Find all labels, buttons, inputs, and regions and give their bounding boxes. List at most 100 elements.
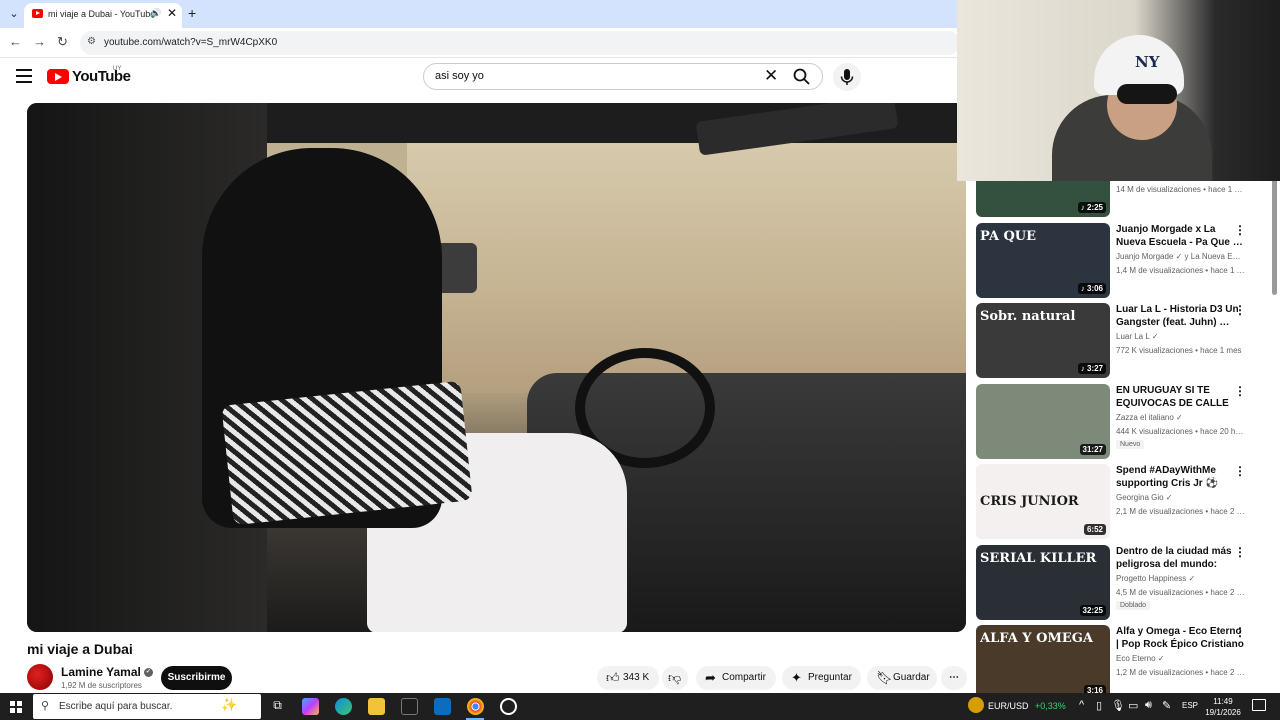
- new-tab-button[interactable]: +: [188, 5, 196, 21]
- recommendation-channel[interactable]: Luar La L ✓: [1116, 332, 1246, 341]
- ask-label: Preguntar: [808, 672, 852, 683]
- taskbar-search-input[interactable]: Escribe aquí para buscar.: [59, 701, 172, 712]
- thumbnail-text: ALFA Y OMEGA: [980, 631, 1093, 646]
- more-options-icon[interactable]: ⋮: [1234, 303, 1246, 317]
- forward-arrow-icon[interactable]: →: [33, 34, 46, 49]
- recommendation-channel[interactable]: Zazza el italiano ✓: [1116, 413, 1246, 422]
- tab-search-chevron-icon[interactable]: ⌄: [6, 6, 22, 22]
- search-box[interactable]: asi soy yo ✕: [423, 63, 823, 90]
- site-info-icon[interactable]: ⚙: [87, 36, 96, 47]
- microphone-icon: [840, 69, 854, 85]
- clear-search-icon[interactable]: ✕: [764, 66, 778, 86]
- recommendation-channel[interactable]: Progetto Happiness ✓: [1116, 574, 1246, 583]
- store-icon[interactable]: [401, 698, 418, 715]
- volume-icon[interactable]: 🔊︎: [1145, 699, 1152, 712]
- channel-avatar[interactable]: [27, 664, 53, 690]
- recommendation-title[interactable]: Alfa y Omega - Eco Eterno | Pop Rock Épi…: [1116, 625, 1244, 651]
- tray-device-icon[interactable]: ▯: [1096, 699, 1102, 712]
- save-label: Guardar: [893, 672, 930, 683]
- webcam-cap-brim: [1117, 84, 1177, 104]
- windows-start-icon[interactable]: [10, 701, 22, 713]
- more-actions-icon[interactable]: ⋯: [941, 666, 967, 690]
- notifications-icon[interactable]: [1252, 699, 1266, 711]
- taskbar-search[interactable]: ⚲ Escribe aquí para buscar. ✨: [33, 694, 261, 719]
- recommendation-channel[interactable]: Eco Eterno ✓: [1116, 654, 1246, 663]
- video-player[interactable]: [27, 103, 966, 632]
- edge-icon[interactable]: [335, 698, 352, 715]
- clock[interactable]: 11:49 19/1/2026: [1203, 696, 1243, 718]
- task-view-icon[interactable]: ⧉: [269, 698, 286, 715]
- chrome-icon[interactable]: [467, 698, 484, 715]
- bookmark-icon: 🔖︎: [876, 670, 893, 685]
- share-button[interactable]: ➦ Compartir: [696, 666, 776, 690]
- tray-mic-icon[interactable]: 🎙︎: [1111, 699, 1125, 712]
- taskbar: ⚲ Escribe aquí para buscar. ✨ ⧉ EUR/USD …: [0, 693, 1280, 720]
- recommendation-item[interactable]: CRIS JUNIOR 6:52 Spend #ADayWithMe support…: [976, 464, 1266, 540]
- recommendation-badge: Doblado: [1116, 601, 1151, 610]
- fx-widget-icon[interactable]: [968, 697, 984, 713]
- address-bar[interactable]: ⚙ youtube.com/watch?v=S_mrW4CpXK0: [80, 31, 960, 55]
- recommendation-meta: 1,4 M de visualizaciones • hace 1 …: [1116, 266, 1245, 275]
- video-duration: 6:52: [1083, 524, 1106, 535]
- recommendation-thumbnail[interactable]: PA QUE ♪ 3:06: [976, 223, 1110, 298]
- ask-button[interactable]: ✦ Preguntar: [782, 666, 861, 690]
- tab-audio-icon[interactable]: 🔊: [150, 8, 161, 19]
- more-options-icon[interactable]: ⋮: [1234, 625, 1246, 639]
- file-explorer-icon[interactable]: [368, 698, 385, 715]
- guide-menu-icon[interactable]: [16, 69, 32, 83]
- more-options-icon[interactable]: ⋮: [1234, 545, 1246, 559]
- search-icon[interactable]: [792, 67, 812, 87]
- tab-close-icon[interactable]: ✕: [167, 6, 177, 20]
- voice-search-button[interactable]: [833, 63, 861, 91]
- recommendation-title[interactable]: Juanjo Morgade x La Nueva Escuela - Pa Q…: [1116, 223, 1244, 249]
- youtube-logo-text[interactable]: YouTube: [72, 68, 131, 85]
- fx-pair[interactable]: EUR/USD: [988, 701, 1029, 711]
- back-arrow-icon[interactable]: ←: [9, 34, 22, 49]
- obs-icon[interactable]: [500, 698, 517, 715]
- recommendation-title[interactable]: Luar La L - Historia D3 Un Gangster (fea…: [1116, 303, 1244, 329]
- network-icon[interactable]: ▭: [1128, 699, 1138, 712]
- sparkle-icon: ✦: [791, 670, 802, 685]
- address-url[interactable]: youtube.com/watch?v=S_mrW4CpXK0: [104, 37, 277, 48]
- pen-icon[interactable]: ✎: [1162, 699, 1171, 712]
- channel-name-row[interactable]: Lamine Yamal ✓: [61, 665, 153, 679]
- youtube-logo-icon[interactable]: [47, 69, 69, 84]
- search-input[interactable]: asi soy yo: [435, 70, 484, 82]
- recommendation-channel[interactable]: Juanjo Morgade ✓ y La Nueva E…: [1116, 252, 1246, 261]
- recommendation-item[interactable]: Sobr. natural ♪ 3:27 Luar La L - Historia …: [976, 303, 1266, 379]
- dislike-button[interactable]: 👎︎: [662, 666, 688, 690]
- recommendation-item[interactable]: ALFA Y OMEGA 3:16 Alfa y Omega - Eco Etern…: [976, 625, 1266, 701]
- recommendation-title[interactable]: Spend #ADayWithMe supporting Cris Jr ⚽️: [1116, 464, 1244, 490]
- recommendation-title[interactable]: EN URUGUAY SI TE EQUIVOCAS DE CALLE T…: [1116, 384, 1244, 411]
- subscribe-button[interactable]: Suscribirme: [161, 666, 232, 690]
- outlook-icon[interactable]: [434, 698, 451, 715]
- recommendation-thumbnail[interactable]: Sobr. natural ♪ 3:27: [976, 303, 1110, 378]
- reload-icon[interactable]: ↻: [57, 34, 68, 50]
- recommendation-channel[interactable]: Georgina Gio ✓: [1116, 493, 1246, 502]
- tray-chevron-icon[interactable]: ^: [1079, 699, 1084, 711]
- thumbs-down-icon: 👎︎: [668, 670, 682, 685]
- more-options-icon[interactable]: ⋮: [1234, 464, 1246, 478]
- recommendation-thumbnail[interactable]: CRIS JUNIOR 6:52: [976, 464, 1110, 539]
- recommendation-thumbnail[interactable]: 31:27: [976, 384, 1110, 459]
- recommendation-title[interactable]: Dentro de la ciudad más peligrosa del mu…: [1116, 545, 1244, 572]
- recommendation-meta: 14 M de visualizaciones • hace 1 …: [1116, 185, 1243, 194]
- recommendation-thumbnail[interactable]: ALFA Y OMEGA 3:16: [976, 625, 1110, 700]
- verified-icon: ✓: [143, 668, 153, 678]
- browser-tab-youtube[interactable]: mi viaje a Dubai - YouTube 🔊 ✕: [24, 3, 182, 28]
- save-button[interactable]: 🔖︎ Guardar: [867, 666, 937, 690]
- subscriber-count: 1,92 M de suscriptores: [61, 681, 142, 690]
- recommendation-item[interactable]: 31:27 EN URUGUAY SI TE EQUIVOCAS DE CALLE…: [976, 384, 1266, 460]
- channel-name[interactable]: Lamine Yamal: [61, 665, 141, 679]
- video-title: mi viaje a Dubai: [27, 641, 133, 657]
- more-options-icon[interactable]: ⋮: [1234, 384, 1246, 398]
- recommendation-thumbnail[interactable]: SERIAL KILLER 32:25: [976, 545, 1110, 620]
- like-button[interactable]: 👍︎ 343 K: [597, 666, 659, 690]
- more-options-icon[interactable]: ⋮: [1234, 223, 1246, 237]
- recommendation-item[interactable]: PA QUE ♪ 3:06 Juanjo Morgade x La Nueva Es…: [976, 223, 1266, 299]
- input-language[interactable]: ESP: [1182, 701, 1198, 710]
- copilot-icon[interactable]: [302, 698, 319, 715]
- recommendation-item[interactable]: SERIAL KILLER 32:25 Dentro de la ciudad má…: [976, 545, 1266, 621]
- thumbnail-text: PA QUE: [980, 229, 1037, 244]
- search-highlight-icon: ✨: [221, 697, 238, 712]
